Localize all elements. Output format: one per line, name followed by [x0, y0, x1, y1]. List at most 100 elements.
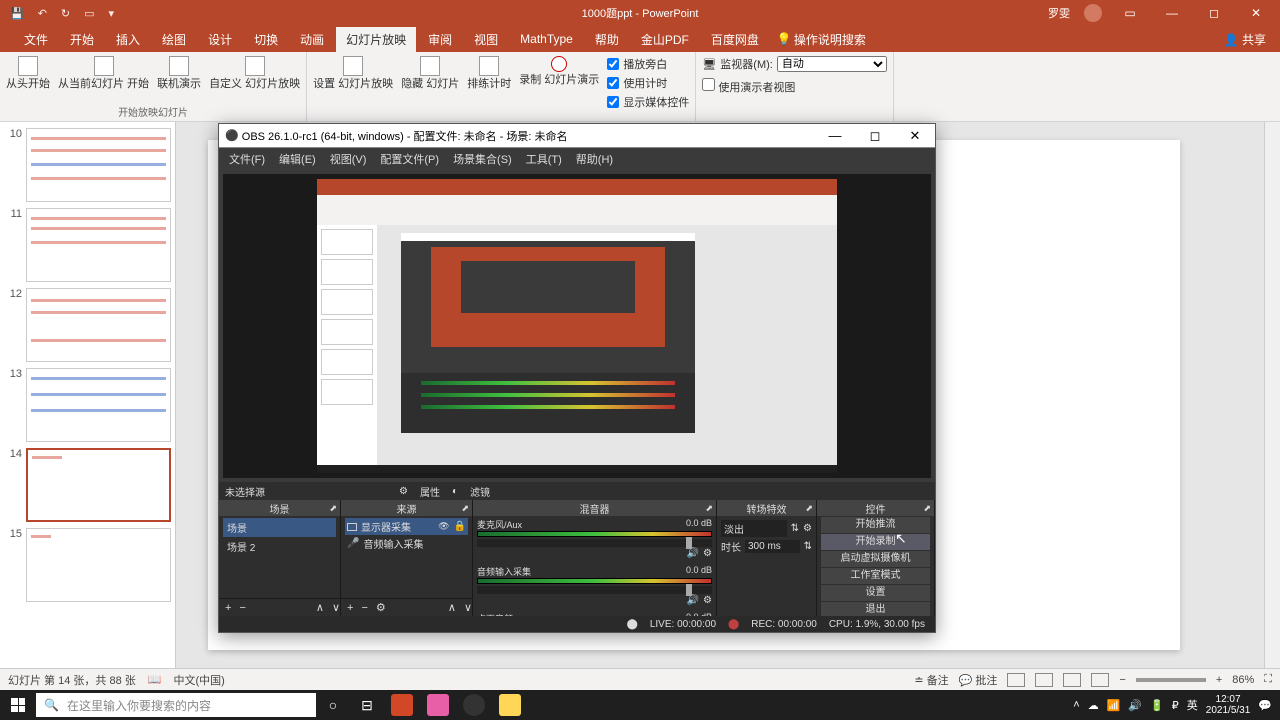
popout-icon[interactable]: ⬈: [705, 503, 713, 514]
studio-mode-button[interactable]: 工作室模式: [821, 568, 930, 584]
obs-menu-edit[interactable]: 编辑(E): [279, 151, 316, 167]
source-display[interactable]: 显示器采集👁🔒: [345, 518, 468, 535]
speaker-icon[interactable]: 🔊: [687, 595, 699, 606]
tab-review[interactable]: 审阅: [418, 27, 462, 52]
tab-mathtype[interactable]: MathType: [510, 28, 583, 50]
cortana-icon[interactable]: ○: [316, 690, 350, 720]
popout-icon[interactable]: ⬈: [923, 503, 931, 514]
scene-down[interactable]: ∨: [332, 601, 340, 614]
scrollbar-v[interactable]: [1264, 122, 1280, 690]
dur-spin[interactable]: ⇅: [804, 541, 812, 552]
remove-scene[interactable]: −: [239, 602, 245, 614]
chk-narration[interactable]: 播放旁白: [607, 56, 689, 72]
slide-thumb-14[interactable]: [26, 448, 171, 522]
zoom-out[interactable]: −: [1119, 674, 1125, 686]
slide-thumb-11[interactable]: [26, 208, 171, 282]
obs-menu-scenes[interactable]: 场景集合(S): [453, 151, 512, 167]
maximize-icon[interactable]: ◻: [1200, 6, 1228, 20]
tray-onedrive-icon[interactable]: ☁: [1088, 699, 1099, 712]
start-stream-button[interactable]: 开始推流: [821, 517, 930, 533]
obs-menu-file[interactable]: 文件(F): [229, 151, 265, 167]
mixer-ch1-slider[interactable]: [477, 539, 712, 547]
obs-menu-profile[interactable]: 配置文件(P): [380, 151, 439, 167]
mixer-ch2-slider[interactable]: [477, 586, 712, 594]
close-icon[interactable]: ✕: [1242, 6, 1270, 20]
tab-transitions[interactable]: 切换: [244, 27, 288, 52]
tab-wpspdf[interactable]: 金山PDF: [631, 27, 699, 52]
notes-button[interactable]: ≐ 备注: [914, 672, 948, 688]
obs-menu-tools[interactable]: 工具(T): [526, 151, 562, 167]
start-show-icon[interactable]: ▭: [84, 7, 94, 20]
tray-battery-icon[interactable]: 🔋: [1150, 699, 1164, 712]
obs-close[interactable]: ✕: [895, 124, 935, 147]
share-button[interactable]: 👤 共享: [1224, 31, 1280, 48]
tab-baidu[interactable]: 百度网盘: [701, 27, 769, 52]
lock-icon[interactable]: 🔒: [454, 521, 466, 532]
tab-design[interactable]: 设计: [198, 27, 242, 52]
save-icon[interactable]: 💾: [10, 7, 24, 20]
taskbar-powerpoint[interactable]: [384, 690, 420, 720]
present-online[interactable]: 联机演示: [157, 56, 201, 91]
slide-panel[interactable]: 10 11 12 13 14 15: [0, 122, 176, 690]
virtual-cam-button[interactable]: 启动虚拟摄像机: [821, 551, 930, 567]
source-settings[interactable]: ⚙: [376, 601, 386, 614]
taskbar-explorer[interactable]: [492, 690, 528, 720]
popout-icon[interactable]: ⬈: [329, 503, 337, 514]
eye-icon[interactable]: 👁: [438, 521, 449, 532]
tell-me[interactable]: 操作说明搜索: [794, 31, 866, 48]
minimize-icon[interactable]: —: [1158, 6, 1186, 20]
filter-icon[interactable]: ◐: [452, 486, 458, 497]
clock[interactable]: 12:072021/5/31: [1206, 694, 1251, 716]
add-source[interactable]: +: [347, 602, 353, 614]
avatar[interactable]: [1084, 4, 1102, 22]
tray-ime-p[interactable]: ₽: [1172, 699, 1179, 712]
slide-thumb-10[interactable]: [26, 128, 171, 202]
source-down[interactable]: ∨: [464, 601, 472, 614]
sorter-view-icon[interactable]: [1035, 673, 1053, 687]
from-beginning[interactable]: 从头开始: [6, 56, 50, 91]
tab-help[interactable]: 帮助: [585, 27, 629, 52]
fit-window-icon[interactable]: ⛶: [1264, 673, 1272, 686]
user-name[interactable]: 罗雯: [1048, 5, 1070, 21]
tray-network-icon[interactable]: 📶: [1107, 699, 1121, 712]
reading-view-icon[interactable]: [1063, 673, 1081, 687]
source-up[interactable]: ∧: [448, 601, 456, 614]
source-audio[interactable]: 🎤音频输入采集: [345, 535, 468, 552]
transition-select[interactable]: 淡出: [721, 520, 787, 537]
undo-icon[interactable]: ↶: [38, 7, 47, 20]
obs-maximize[interactable]: ◻: [855, 124, 895, 147]
tab-view[interactable]: 视图: [464, 27, 508, 52]
taskbar-obs[interactable]: [456, 690, 492, 720]
add-scene[interactable]: +: [225, 602, 231, 614]
redo-icon[interactable]: ↻: [61, 7, 70, 20]
duration-input[interactable]: 300 ms: [745, 540, 800, 553]
comments-button[interactable]: 💬 批注: [959, 672, 998, 688]
exit-button[interactable]: 退出: [821, 602, 930, 616]
language[interactable]: 中文(中国): [173, 672, 224, 688]
tab-animations[interactable]: 动画: [290, 27, 334, 52]
zoom-slider[interactable]: [1136, 678, 1206, 682]
spell-check-icon[interactable]: 📖: [148, 673, 162, 686]
obs-menu-help[interactable]: 帮助(H): [576, 151, 613, 167]
slide-thumb-12[interactable]: [26, 288, 171, 362]
rehearse[interactable]: 排练计时: [467, 56, 511, 91]
chk-presenter[interactable]: 使用演示者视图: [702, 78, 795, 95]
remove-source[interactable]: −: [361, 602, 367, 614]
from-current[interactable]: 从当前幻灯片 开始: [58, 56, 149, 91]
settings-button[interactable]: 设置: [821, 585, 930, 601]
task-view-icon[interactable]: ⊟: [350, 690, 384, 720]
custom-show[interactable]: 自定义 幻灯片放映: [209, 56, 300, 91]
gear-icon[interactable]: ⚙: [703, 548, 712, 559]
taskbar-app2[interactable]: [420, 690, 456, 720]
tab-draw[interactable]: 绘图: [152, 27, 196, 52]
chk-media[interactable]: 显示媒体控件: [607, 94, 689, 110]
popout-icon[interactable]: ⬈: [461, 503, 469, 514]
tray-ime-lang[interactable]: 英: [1187, 697, 1198, 713]
tab-file[interactable]: 文件: [14, 27, 58, 52]
qat-dropdown-icon[interactable]: ▾: [109, 7, 115, 20]
scene-up[interactable]: ∧: [316, 601, 324, 614]
chk-timings[interactable]: 使用计时: [607, 75, 689, 91]
monitor-select[interactable]: 自动: [777, 56, 887, 72]
scene-1[interactable]: 场景: [223, 518, 336, 537]
obs-titlebar[interactable]: ⚫ OBS 26.1.0-rc1 (64-bit, windows) - 配置文…: [219, 124, 935, 148]
